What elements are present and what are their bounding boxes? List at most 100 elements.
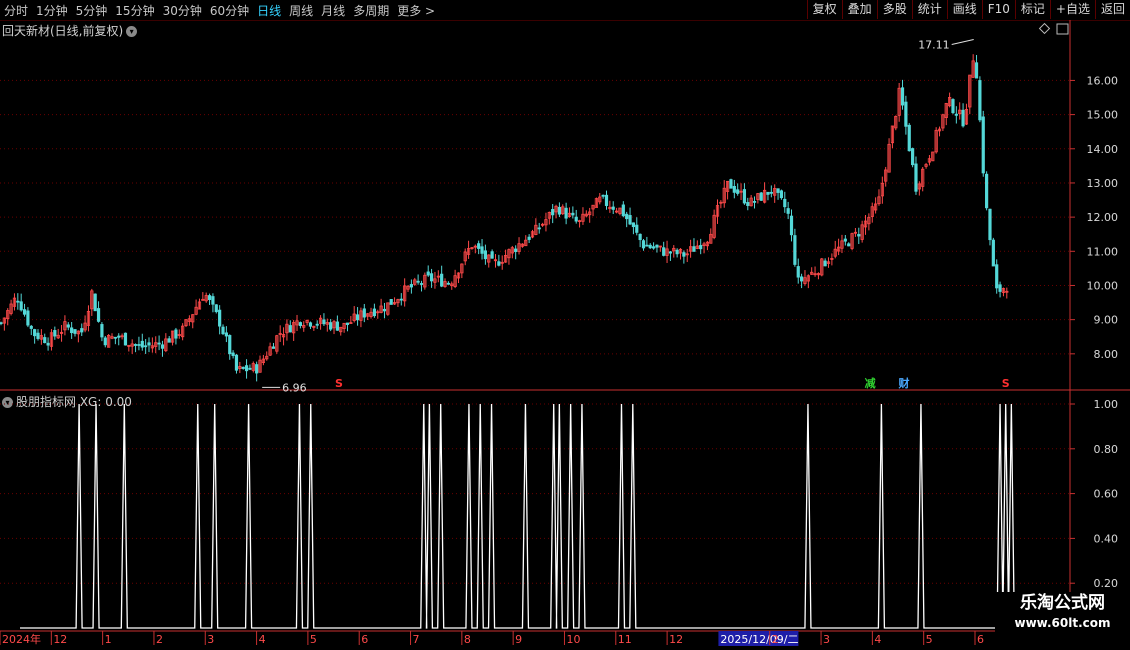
candle-body	[490, 251, 494, 259]
y-tick-label: 14.00	[1087, 143, 1119, 156]
indicator-tick-label: 0.80	[1094, 443, 1119, 456]
candle-body	[426, 271, 430, 276]
candle-body	[991, 239, 995, 267]
candle-body	[900, 87, 905, 106]
candle-body	[248, 367, 252, 370]
x-tick-label: 12	[669, 633, 683, 646]
candle-body	[382, 308, 387, 312]
candle-body	[692, 246, 696, 252]
candle-body	[298, 322, 302, 327]
candle-body	[769, 191, 773, 194]
candle-body	[985, 173, 989, 209]
candle-body	[786, 208, 790, 214]
candle-body	[759, 192, 763, 201]
candle-body	[793, 235, 797, 265]
candle-body	[847, 243, 851, 247]
candle-body	[234, 354, 239, 371]
candle-body	[736, 189, 740, 194]
candle-body	[998, 284, 1002, 292]
candle-body	[766, 191, 770, 195]
candle-body	[574, 216, 578, 222]
candle-body	[514, 248, 518, 252]
event-marker: S	[1002, 377, 1010, 390]
candle-body	[789, 215, 794, 236]
watermark-line2: www.60lt.com	[1014, 616, 1111, 630]
candle-body	[648, 244, 652, 249]
y-tick-label: 16.00	[1087, 74, 1119, 87]
candle-body	[218, 309, 222, 327]
candle-body	[655, 244, 659, 248]
candle-body	[372, 308, 376, 317]
candle-body	[416, 280, 420, 283]
candle-body	[611, 206, 615, 210]
candle-body	[144, 345, 148, 348]
x-tick-label: 10	[566, 633, 580, 646]
x-tick-label: 3	[823, 633, 830, 646]
candle-body	[93, 293, 97, 312]
candle-body	[80, 328, 84, 333]
candle-body	[625, 213, 629, 220]
candle-body	[355, 314, 360, 321]
x-tick-label: 2	[156, 633, 163, 646]
candle-body	[19, 301, 23, 311]
candle-body	[783, 198, 787, 208]
candle-body	[224, 332, 228, 337]
candle-body	[103, 337, 107, 346]
candle-body	[776, 188, 780, 193]
candle-body	[641, 240, 646, 249]
candle-body	[96, 308, 101, 322]
candle-body	[742, 189, 747, 204]
candle-body	[843, 238, 847, 242]
candle-body	[113, 336, 117, 339]
x-tick-label: 12	[53, 633, 67, 646]
candle-body	[800, 276, 804, 282]
kline-chart: 8.009.0010.0011.0012.0013.0014.0015.0016…	[0, 20, 1130, 646]
candle-body	[26, 310, 30, 326]
x-tick-label: 7	[413, 633, 420, 646]
candle-body	[914, 163, 918, 192]
candle-body	[729, 179, 733, 189]
candle-body	[662, 247, 666, 256]
candle-body	[207, 295, 212, 301]
candle-body	[477, 243, 481, 249]
candle-body	[483, 250, 487, 260]
xg-signal-line	[20, 403, 1016, 629]
x-tick-label: 6	[361, 633, 368, 646]
event-marker: 财	[898, 376, 910, 390]
x-tick-label: 6	[977, 633, 984, 646]
event-marker: 减	[865, 376, 876, 390]
candle-body	[604, 194, 609, 206]
candle-body	[133, 344, 138, 346]
candle-body	[668, 251, 673, 254]
candle-body	[66, 324, 70, 328]
candle-body	[527, 236, 531, 240]
x-tick-label: 3	[207, 633, 214, 646]
candle-body	[0, 322, 3, 325]
candle-body	[228, 335, 232, 355]
candle-body	[157, 342, 161, 345]
candle-body	[954, 113, 958, 116]
candle-body	[601, 194, 605, 197]
candle-body	[241, 366, 245, 369]
candle-body	[160, 344, 165, 349]
candle-body	[746, 202, 750, 206]
candle-body	[322, 319, 326, 325]
y-tick-label: 8.00	[1094, 348, 1119, 361]
indicator-tick-label: 0.60	[1094, 488, 1119, 501]
candle-body	[995, 264, 999, 289]
watermark: 乐淘公式网 www.60lt.com	[995, 592, 1130, 636]
candle-body	[961, 109, 965, 127]
candle-body	[362, 308, 366, 318]
candle-body	[214, 304, 218, 313]
candle-body	[117, 335, 121, 338]
candle-body	[699, 245, 703, 250]
window-icon	[1056, 23, 1069, 35]
candle-body	[29, 325, 33, 329]
y-tick-label: 9.00	[1094, 314, 1119, 327]
candle-body	[389, 299, 393, 305]
x-tick-label: 5	[926, 633, 933, 646]
candle-body	[123, 332, 128, 346]
x-tick-label: 11	[618, 633, 632, 646]
candle-body	[907, 124, 911, 152]
high-label: 17.11	[918, 38, 950, 51]
